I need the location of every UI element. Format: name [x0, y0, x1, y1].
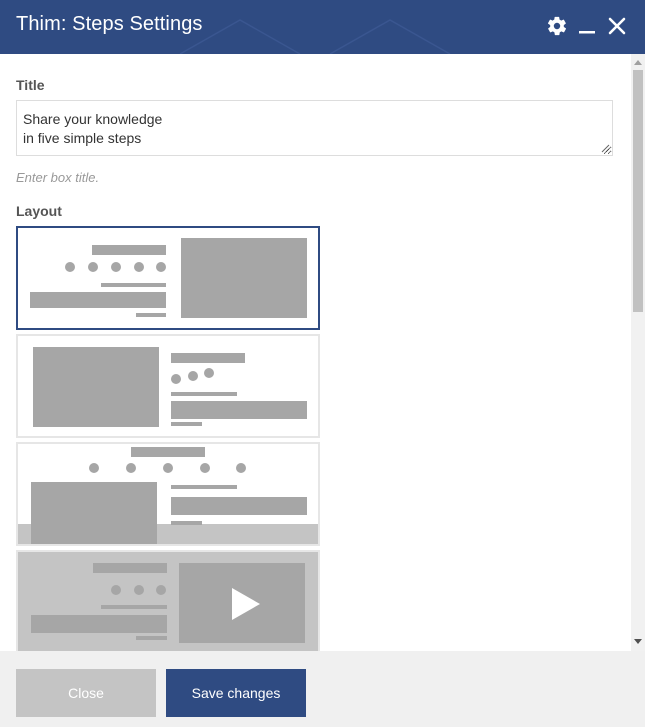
layout-4-preview — [31, 563, 305, 643]
layout-option-2[interactable] — [16, 334, 320, 438]
scroll-up-arrow-icon[interactable] — [631, 56, 645, 70]
close-icon[interactable] — [605, 14, 629, 38]
dialog-title: Thim: Steps Settings — [16, 13, 203, 35]
scrollbar[interactable] — [631, 54, 645, 651]
layout-option-4[interactable] — [16, 550, 320, 651]
dialog-header: Thim: Steps Settings — [0, 0, 645, 54]
settings-form: Title Share your knowledge in five simpl… — [0, 54, 631, 651]
layout-2-preview — [33, 347, 307, 427]
scroll-down-arrow-icon[interactable] — [631, 635, 645, 649]
resize-grip-icon[interactable] — [601, 144, 610, 153]
dialog-footer: Close Save changes — [0, 651, 645, 727]
minimize-icon[interactable] — [575, 14, 599, 38]
close-button[interactable]: Close — [16, 669, 156, 717]
layout-label: Layout — [16, 203, 62, 219]
layout-3-preview — [18, 447, 318, 544]
gear-icon[interactable] — [545, 14, 569, 38]
title-label: Title — [16, 77, 45, 93]
layout-1-preview — [30, 238, 307, 318]
save-changes-button[interactable]: Save changes — [166, 669, 306, 717]
layout-option-3[interactable] — [16, 442, 320, 546]
title-value-line-2: in five simple steps — [23, 130, 142, 146]
title-textarea[interactable]: Share your knowledge in five simple step… — [16, 100, 613, 156]
title-hint: Enter box title. — [16, 170, 100, 185]
scrollbar-thumb[interactable] — [633, 70, 643, 312]
layout-option-1[interactable] — [16, 226, 320, 330]
title-value-line-1: Share your knowledge — [23, 111, 163, 127]
